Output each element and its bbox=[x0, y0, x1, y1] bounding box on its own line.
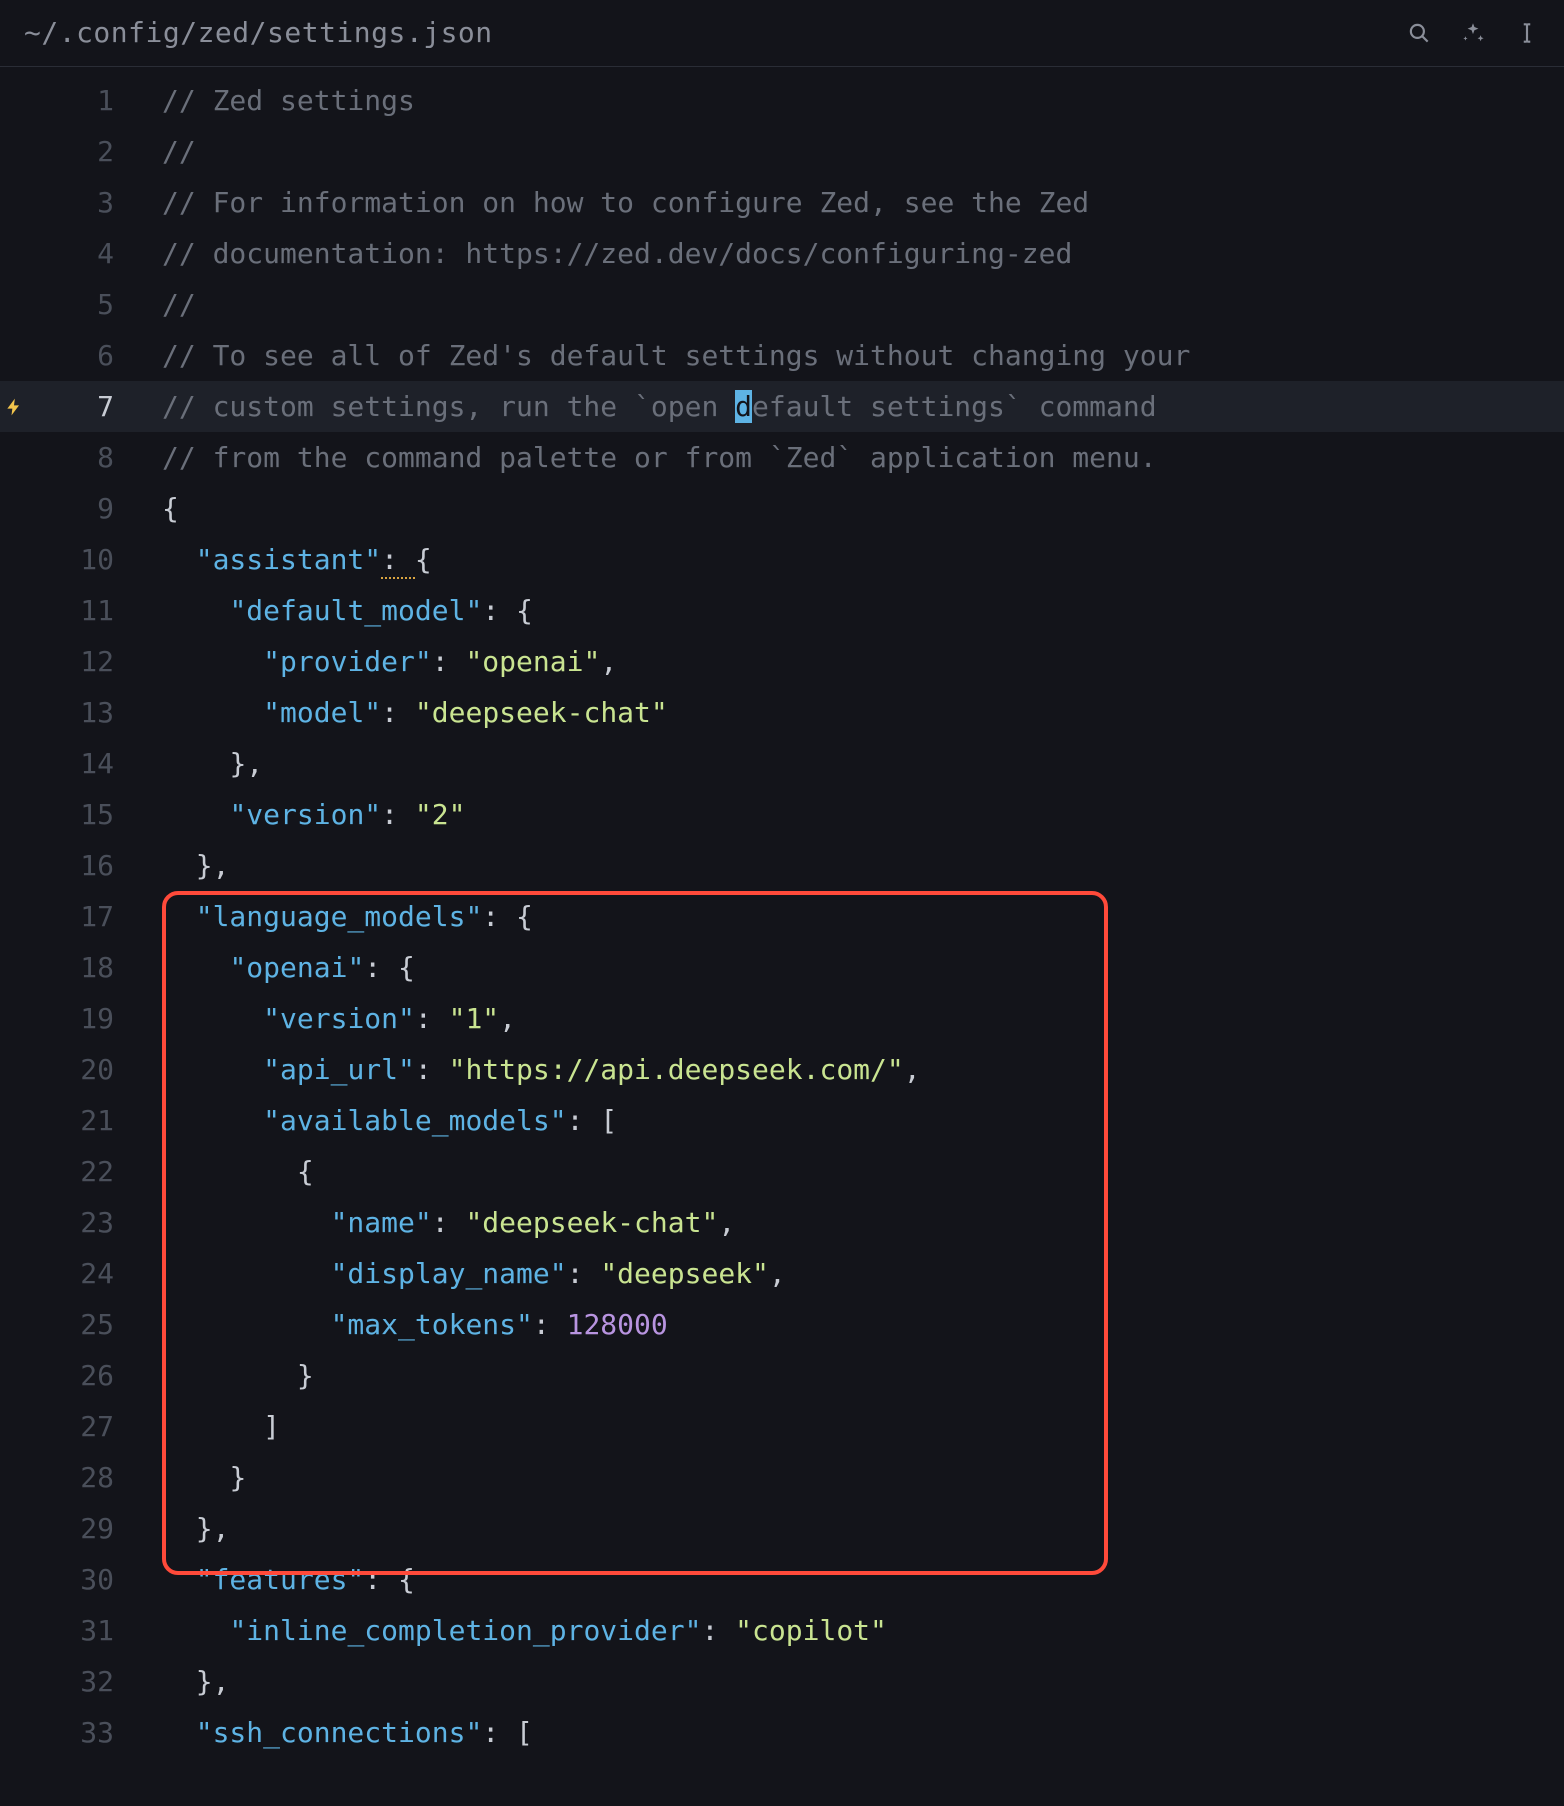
code-line: 16 }, bbox=[0, 840, 1564, 891]
code-line: 20 "api_url": "https://api.deepseek.com/… bbox=[0, 1044, 1564, 1095]
code-line: 13 "model": "deepseek-chat" bbox=[0, 687, 1564, 738]
warning-underline: : bbox=[381, 543, 415, 579]
code-line: 11 "default_model": { bbox=[0, 585, 1564, 636]
code-line: 15 "version": "2" bbox=[0, 789, 1564, 840]
code-line: 19 "version": "1", bbox=[0, 993, 1564, 1044]
code-line: 12 "provider": "openai", bbox=[0, 636, 1564, 687]
code-line: 23 "name": "deepseek-chat", bbox=[0, 1197, 1564, 1248]
cursor: d bbox=[735, 390, 752, 423]
code-line: 18 "openai": { bbox=[0, 942, 1564, 993]
text-cursor-icon[interactable] bbox=[1514, 20, 1540, 46]
code-line-active: 7 // custom settings, run the `open defa… bbox=[0, 381, 1564, 432]
code-line: 33 "ssh_connections": [ bbox=[0, 1707, 1564, 1758]
code-editor[interactable]: 1// Zed settings 2// 3// For information… bbox=[0, 67, 1564, 1758]
titlebar: ~/.config/zed/settings.json bbox=[0, 0, 1564, 67]
code-line: 8// from the command palette or from `Ze… bbox=[0, 432, 1564, 483]
file-path: ~/.config/zed/settings.json bbox=[24, 19, 493, 47]
code-line: 5// bbox=[0, 279, 1564, 330]
code-line: 24 "display_name": "deepseek", bbox=[0, 1248, 1564, 1299]
code-line: 4// documentation: https://zed.dev/docs/… bbox=[0, 228, 1564, 279]
code-line: 25 "max_tokens": 128000 bbox=[0, 1299, 1564, 1350]
toolbar bbox=[1406, 20, 1540, 46]
code-line: 32 }, bbox=[0, 1656, 1564, 1707]
code-line: 29 }, bbox=[0, 1503, 1564, 1554]
code-line: 22 { bbox=[0, 1146, 1564, 1197]
code-line: 31 "inline_completion_provider": "copilo… bbox=[0, 1605, 1564, 1656]
code-line: 27 ] bbox=[0, 1401, 1564, 1452]
code-line: 1// Zed settings bbox=[0, 75, 1564, 126]
code-line: 9{ bbox=[0, 483, 1564, 534]
code-line: 30 "features": { bbox=[0, 1554, 1564, 1605]
sparkle-icon[interactable] bbox=[1460, 20, 1486, 46]
code-line: 17 "language_models": { bbox=[0, 891, 1564, 942]
code-line: 28 } bbox=[0, 1452, 1564, 1503]
lightning-icon[interactable] bbox=[0, 397, 28, 417]
search-icon[interactable] bbox=[1406, 20, 1432, 46]
code-line: 6// To see all of Zed's default settings… bbox=[0, 330, 1564, 381]
code-line: 21 "available_models": [ bbox=[0, 1095, 1564, 1146]
code-line: 14 }, bbox=[0, 738, 1564, 789]
code-line: 3// For information on how to configure … bbox=[0, 177, 1564, 228]
code-line: 10 "assistant": { bbox=[0, 534, 1564, 585]
code-line: 26 } bbox=[0, 1350, 1564, 1401]
code-line: 2// bbox=[0, 126, 1564, 177]
